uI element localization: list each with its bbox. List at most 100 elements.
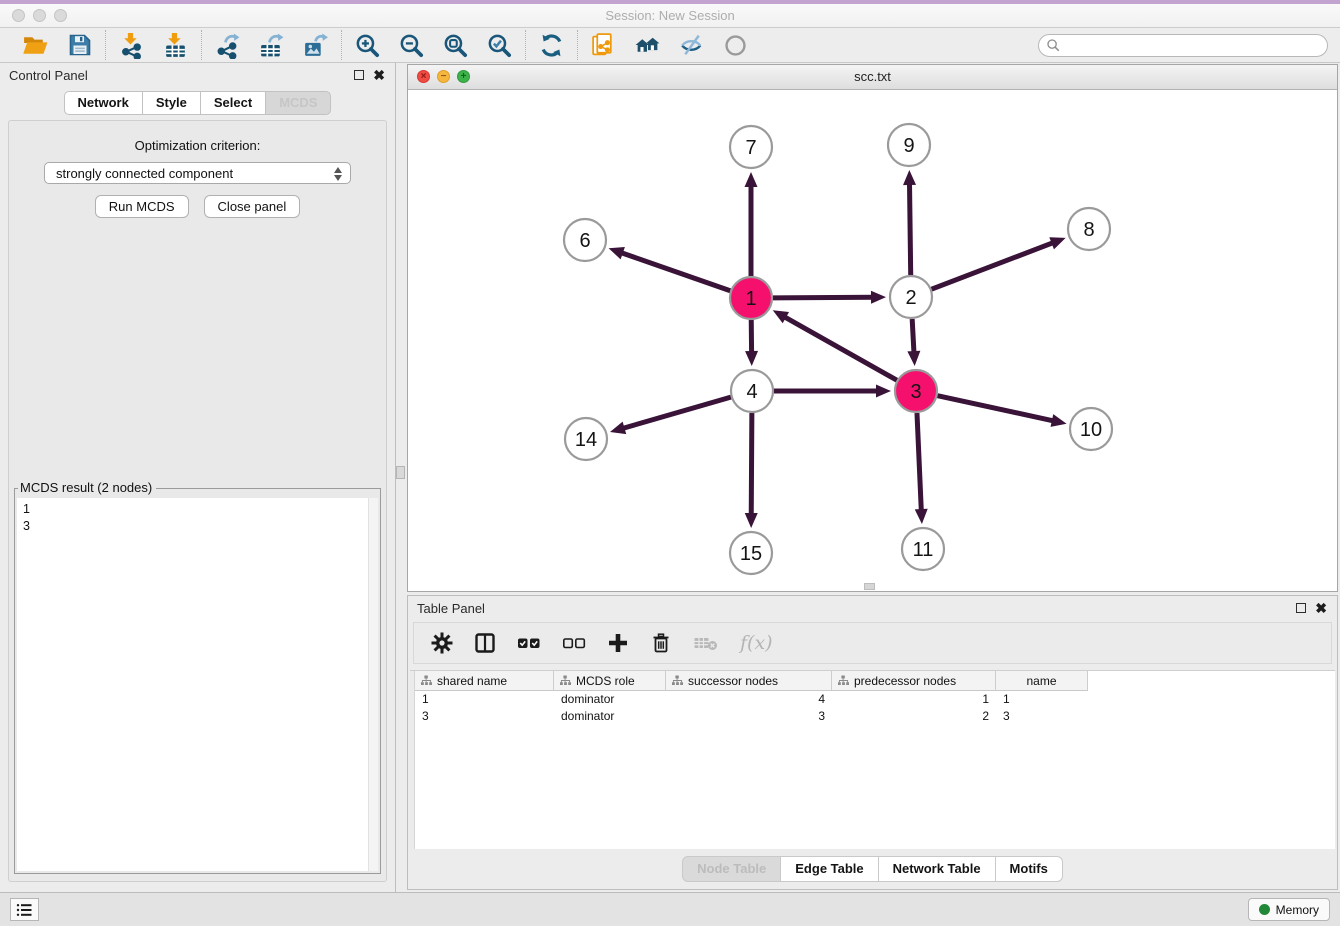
splitter-handle[interactable] [396, 466, 405, 479]
mcds-result-line: 3 [17, 518, 378, 535]
tab-network[interactable]: Network [64, 91, 143, 115]
cell-mcds-role[interactable]: dominator [554, 691, 666, 708]
import-table-button[interactable] [162, 32, 189, 59]
show-columns-button[interactable] [474, 632, 496, 654]
cell-shared-name[interactable]: 1 [415, 691, 554, 708]
graph-edge[interactable] [622, 397, 731, 429]
import-network-button[interactable] [118, 32, 145, 59]
network-minimize-button[interactable]: − [437, 70, 450, 83]
home-button[interactable] [634, 32, 661, 59]
close-panel-icon[interactable]: ✖ [373, 69, 385, 81]
graph-node-label: 9 [903, 135, 914, 157]
tab-style[interactable]: Style [143, 91, 201, 115]
zoom-fit-button[interactable] [442, 32, 469, 59]
task-history-button[interactable] [10, 898, 39, 921]
graph-edge[interactable] [620, 252, 730, 291]
gear-icon [431, 632, 453, 654]
graph-node-label: 2 [905, 287, 916, 309]
graph-edge[interactable] [932, 242, 1055, 289]
table-panel: Table Panel ✖ [407, 595, 1338, 890]
tab-node-table[interactable]: Node Table [682, 856, 781, 882]
tab-mcds[interactable]: MCDS [266, 91, 331, 115]
save-session-button[interactable] [66, 32, 93, 59]
select-stepper-icon [334, 165, 343, 183]
export-image-button[interactable] [302, 32, 329, 59]
new-network-from-selection-button[interactable] [590, 32, 617, 59]
graph-edge[interactable] [912, 319, 914, 354]
search-input[interactable] [1061, 35, 1327, 55]
deselect-all-button[interactable] [562, 632, 586, 654]
add-column-button[interactable] [607, 632, 629, 654]
tab-motifs[interactable]: Motifs [996, 856, 1063, 882]
search-icon [1046, 38, 1061, 53]
tab-select[interactable]: Select [201, 91, 266, 115]
graph-edge[interactable] [783, 316, 897, 380]
run-mcds-button[interactable]: Run MCDS [95, 195, 189, 218]
show-panel-button[interactable] [722, 32, 749, 59]
cell-mcds-role[interactable]: dominator [554, 708, 666, 725]
export-table-icon [258, 32, 285, 59]
table-tabs: Node Table Edge Table Network Table Moti… [408, 856, 1337, 882]
close-panel-icon[interactable]: ✖ [1315, 602, 1327, 614]
cell-predecessor-nodes[interactable]: 2 [832, 708, 996, 725]
function-icon: f(x) [740, 632, 773, 654]
tab-edge-table[interactable]: Edge Table [781, 856, 878, 882]
network-canvas[interactable]: 1234678910111415 [408, 89, 1337, 591]
column-header-name[interactable]: name [996, 671, 1088, 691]
hide-panel-button[interactable] [678, 32, 705, 59]
refresh-icon [538, 32, 565, 59]
cell-successor-nodes[interactable]: 3 [666, 708, 832, 725]
cell-shared-name[interactable]: 3 [415, 708, 554, 725]
zoom-in-button[interactable] [354, 32, 381, 59]
table-settings-button[interactable] [431, 632, 453, 654]
column-header-mcds-role[interactable]: MCDS role [554, 671, 666, 691]
control-panel: Control Panel ✖ Network Style Select MCD… [0, 63, 396, 893]
delete-button[interactable] [650, 632, 672, 654]
select-all-button[interactable] [517, 632, 541, 654]
open-session-button[interactable] [22, 32, 49, 59]
column-header-predecessor-nodes[interactable]: predecessor nodes [832, 671, 996, 691]
column-header-shared-name[interactable]: shared name [415, 671, 554, 691]
select-all-icon [517, 632, 541, 654]
control-panel-title: Control Panel [9, 68, 88, 83]
cell-name[interactable]: 3 [996, 708, 1088, 725]
eye-icon [722, 32, 749, 59]
graph-edge[interactable] [751, 413, 752, 516]
tab-network-table[interactable]: Network Table [879, 856, 996, 882]
network-maximize-button[interactable]: + [457, 70, 470, 83]
folder-open-icon [22, 32, 49, 59]
criterion-select[interactable]: strongly connected component [44, 162, 351, 184]
memory-button[interactable]: Memory [1248, 898, 1330, 921]
graph-edge[interactable] [773, 297, 874, 298]
table-row[interactable]: 1 dominator 4 1 1 [415, 691, 1335, 708]
network-hscrollbar-thumb[interactable] [864, 583, 875, 590]
result-scrollbar[interactable] [368, 498, 378, 871]
table-row[interactable]: 3 dominator 3 2 3 [415, 708, 1335, 725]
float-panel-icon[interactable] [354, 70, 364, 80]
table-panel-header: Table Panel ✖ [408, 596, 1337, 620]
graph-edge[interactable] [937, 396, 1054, 421]
zoom-selected-button[interactable] [486, 32, 513, 59]
cell-name[interactable]: 1 [996, 691, 1088, 708]
cell-predecessor-nodes[interactable]: 1 [832, 691, 996, 708]
graph-edge-arrowhead [745, 351, 758, 366]
float-panel-icon[interactable] [1296, 603, 1306, 613]
cell-successor-nodes[interactable]: 4 [666, 691, 832, 708]
node-table: shared name MCDS role [410, 670, 1335, 849]
network-window-titlebar[interactable]: × − + scc.txt [408, 65, 1337, 90]
search-box[interactable] [1038, 34, 1328, 57]
close-panel-button[interactable]: Close panel [204, 195, 301, 218]
column-label: predecessor nodes [854, 674, 956, 688]
column-label: MCDS role [576, 674, 635, 688]
graph-node-label: 14 [575, 429, 597, 451]
graph-edge[interactable] [917, 413, 921, 512]
save-icon [67, 32, 93, 58]
graph-edge[interactable] [909, 182, 910, 275]
network-close-button[interactable]: × [417, 70, 430, 83]
refresh-button[interactable] [538, 32, 565, 59]
column-header-successor-nodes[interactable]: successor nodes [666, 671, 832, 691]
zoom-out-button[interactable] [398, 32, 425, 59]
export-table-button[interactable] [258, 32, 285, 59]
export-network-button[interactable] [214, 32, 241, 59]
graph-node-label: 7 [745, 137, 756, 159]
